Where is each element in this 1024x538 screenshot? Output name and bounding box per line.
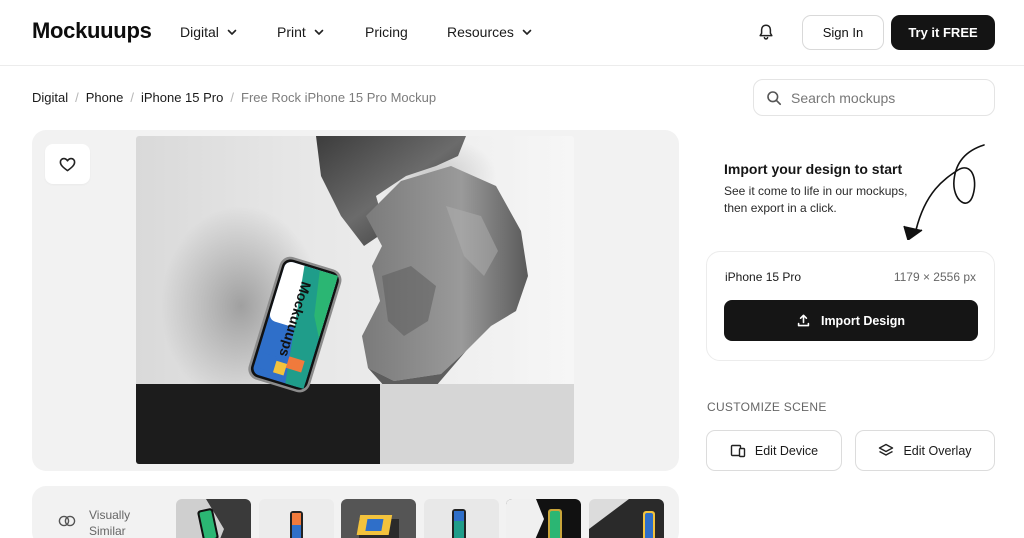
- upload-icon: [797, 314, 810, 327]
- breadcrumb-separator: /: [230, 90, 234, 105]
- search-box[interactable]: [753, 79, 995, 116]
- import-design-button[interactable]: Import Design: [724, 300, 978, 341]
- breadcrumb-current: Free Rock iPhone 15 Pro Mockup: [241, 90, 437, 105]
- bell-icon[interactable]: [757, 23, 775, 41]
- device-name: iPhone 15 Pro: [725, 270, 802, 284]
- edit-device-button[interactable]: Edit Device: [706, 430, 842, 471]
- favorite-button[interactable]: [45, 144, 90, 184]
- mockup-preview: Mockuuups: [32, 130, 679, 471]
- device-resolution: 1179 × 2556 px: [893, 270, 976, 284]
- visually-similar-line1: Visually: [89, 508, 131, 522]
- thumbnail-image: [589, 499, 664, 538]
- breadcrumb-iphone-15-pro[interactable]: iPhone 15 Pro: [141, 90, 223, 105]
- chevron-down-icon: [314, 29, 324, 35]
- breadcrumb-phone[interactable]: Phone: [86, 90, 124, 105]
- try-free-button[interactable]: Try it FREE: [891, 15, 995, 50]
- nav-digital-label: Digital: [180, 24, 219, 40]
- thumbnail-image: [341, 499, 416, 538]
- breadcrumb-separator: /: [75, 90, 79, 105]
- customize-scene-label: CUSTOMIZE SCENE: [707, 400, 827, 414]
- breadcrumb-separator: /: [130, 90, 134, 105]
- devices-icon: [730, 444, 746, 457]
- nav-resources[interactable]: Resources: [447, 24, 533, 40]
- top-header: Mockuuups Digital Print Pricing Resource…: [0, 0, 1024, 66]
- search-icon: [767, 90, 782, 105]
- breadcrumb: Digital / Phone / iPhone 15 Pro / Free R…: [32, 90, 436, 105]
- layers-icon: [879, 443, 894, 456]
- edit-device-label: Edit Device: [754, 443, 819, 458]
- edit-overlay-label: Edit Overlay: [903, 443, 972, 458]
- nav-print-label: Print: [277, 24, 306, 40]
- logo[interactable]: Mockuuups: [32, 18, 152, 44]
- heart-icon: [59, 157, 76, 171]
- similar-thumbnail[interactable]: [341, 499, 416, 538]
- device-card: iPhone 15 Pro 1179 × 2556 px Import Desi…: [706, 251, 995, 361]
- similar-thumbnail[interactable]: [424, 499, 499, 538]
- breadcrumb-digital[interactable]: Digital: [32, 90, 68, 105]
- nav-pricing-label: Pricing: [365, 24, 408, 40]
- nav-resources-label: Resources: [447, 24, 514, 40]
- sign-in-button[interactable]: Sign In: [802, 15, 884, 50]
- similar-thumbnail[interactable]: [589, 499, 664, 538]
- similar-thumbnail[interactable]: [259, 499, 334, 538]
- nav-digital[interactable]: Digital: [180, 24, 238, 40]
- similar-thumbnail[interactable]: [506, 499, 581, 538]
- visually-similar-strip: Visually Similar: [32, 486, 679, 538]
- chevron-down-icon: [227, 29, 237, 35]
- visually-similar-label: Visually Similar: [89, 507, 130, 538]
- thumbnail-image: [424, 499, 499, 538]
- thumbnail-image: [259, 499, 334, 538]
- nav-print[interactable]: Print: [277, 24, 325, 40]
- thumbnail-image: [176, 499, 251, 538]
- mockup-scene-image: Mockuuups: [136, 136, 574, 464]
- hand-drawn-arrow-icon: [903, 144, 985, 240]
- overlap-circles-icon: [58, 515, 76, 527]
- visually-similar-line2: Similar: [89, 524, 126, 538]
- import-title: Import your design to start: [724, 161, 903, 177]
- nav-pricing[interactable]: Pricing: [365, 24, 408, 40]
- chevron-down-icon: [522, 29, 532, 35]
- thumbnail-image: [506, 499, 581, 538]
- similar-thumbnail[interactable]: [176, 499, 251, 538]
- edit-overlay-button[interactable]: Edit Overlay: [855, 430, 995, 471]
- search-input[interactable]: [791, 89, 981, 106]
- import-design-label: Import Design: [820, 313, 906, 328]
